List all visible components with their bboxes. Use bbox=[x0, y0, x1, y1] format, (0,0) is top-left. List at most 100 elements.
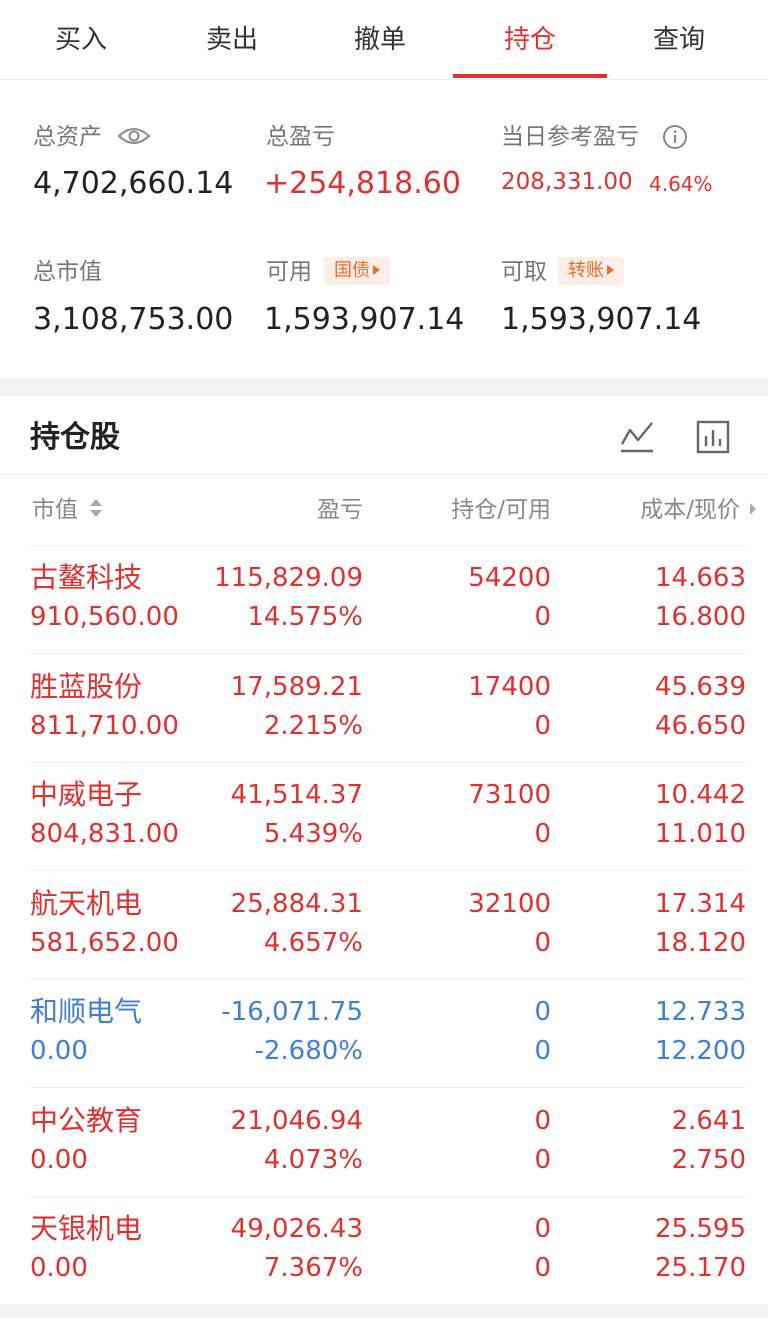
cost-price: 2.641 bbox=[671, 1105, 746, 1136]
treasury-bond-label: 国债 bbox=[334, 260, 370, 281]
market-value: 811,710.00 bbox=[30, 710, 179, 741]
available-qty: 0 bbox=[534, 710, 551, 741]
available-qty: 0 bbox=[534, 927, 551, 958]
market-value: 0.00 bbox=[30, 1253, 88, 1283]
withdrawable-label: 可取 bbox=[501, 259, 547, 285]
tab-bar: 买入 卖出 撤单 持仓 查询 bbox=[0, 0, 768, 80]
stock-name: 古鳌科技 bbox=[30, 561, 143, 594]
stock-name: 中公教育 bbox=[30, 1103, 143, 1137]
position-qty: 0 bbox=[534, 1105, 551, 1136]
holding-row[interactable]: 中威电子 804,831.00 41,514.37 5.439% 73100 0 10.44… bbox=[0, 763, 768, 871]
available-qty: 0 bbox=[534, 1036, 551, 1066]
current-price: 11.010 bbox=[655, 819, 746, 849]
column-header-pnl: 盈亏 bbox=[317, 497, 363, 523]
total-assets-label: 总资产 bbox=[33, 124, 102, 150]
current-price: 16.800 bbox=[655, 602, 746, 632]
market-value: 0.00 bbox=[30, 1144, 88, 1175]
daily-pnl-value: 208,331.00 bbox=[501, 169, 633, 195]
total-pnl-value: +254,818.60 bbox=[264, 166, 461, 201]
pnl-amount: 41,514.37 bbox=[230, 780, 363, 810]
account-summary: 总资产 4,702,660.14 总盈亏 +254,818.60 当日参考盈亏 … bbox=[0, 80, 768, 378]
pnl-amount: 25,884.31 bbox=[230, 888, 363, 919]
tab-positions[interactable]: 持仓 bbox=[455, 22, 605, 58]
daily-pnl-percent: 4.64% bbox=[649, 172, 713, 196]
stock-name: 天银机电 bbox=[30, 1212, 143, 1245]
holding-row[interactable]: 中公教育 0.00 21,046.94 4.073% 0 0 2.641 2.750 bbox=[0, 1089, 768, 1197]
daily-pnl-label: 当日参考盈亏 bbox=[501, 124, 639, 150]
row-divider bbox=[30, 1304, 746, 1305]
tab-buy[interactable]: 买入 bbox=[6, 22, 156, 58]
active-tab-indicator bbox=[453, 74, 607, 78]
holding-row[interactable]: 古鳌科技 910,560.00 115,829.09 14.575% 54200 0 14.… bbox=[0, 546, 768, 654]
cost-price: 25.595 bbox=[655, 1214, 746, 1244]
current-price: 25.170 bbox=[655, 1253, 746, 1283]
current-price: 18.120 bbox=[655, 927, 746, 958]
current-price: 46.650 bbox=[655, 710, 746, 741]
column-header-market-value-label: 市值 bbox=[32, 497, 78, 523]
cost-price: 12.733 bbox=[655, 997, 746, 1027]
market-value: 581,652.00 bbox=[30, 927, 179, 958]
info-icon[interactable] bbox=[662, 124, 688, 150]
total-pnl-label: 总盈亏 bbox=[266, 124, 335, 150]
market-value-label: 总市值 bbox=[33, 259, 102, 285]
pnl-amount: 21,046.94 bbox=[230, 1105, 363, 1136]
market-value: 910,560.00 bbox=[30, 602, 179, 632]
position-qty: 54200 bbox=[468, 563, 551, 593]
holdings-panel: 持仓股 市值 盈亏 持仓/可用 成本/现价 古鳌科技 910,560.00 115,… bbox=[0, 396, 768, 1305]
available-qty: 0 bbox=[534, 819, 551, 849]
pnl-percent: 2.215% bbox=[263, 710, 363, 741]
transfer-label: 转账 bbox=[568, 260, 604, 281]
pnl-amount: 49,026.43 bbox=[230, 1214, 363, 1244]
cost-price: 10.442 bbox=[655, 780, 746, 810]
transfer-button[interactable]: 转账 bbox=[558, 257, 624, 285]
market-value: 804,831.00 bbox=[30, 819, 179, 849]
position-qty: 0 bbox=[534, 997, 551, 1027]
line-chart-icon[interactable] bbox=[619, 420, 655, 454]
column-header-market-value[interactable]: 市值 bbox=[32, 494, 103, 526]
available-qty: 0 bbox=[534, 1144, 551, 1175]
position-qty: 0 bbox=[534, 1214, 551, 1244]
pnl-percent: 7.367% bbox=[263, 1253, 363, 1283]
treasury-bond-button[interactable]: 国债 bbox=[324, 257, 390, 285]
stock-name: 胜蓝股份 bbox=[30, 669, 143, 703]
tab-cancel[interactable]: 撤单 bbox=[305, 22, 455, 58]
available-label: 可用 bbox=[266, 259, 312, 285]
market-value-value: 3,108,753.00 bbox=[33, 302, 234, 337]
holdings-title: 持仓股 bbox=[30, 420, 120, 455]
tab-query[interactable]: 查询 bbox=[604, 22, 754, 58]
eye-icon[interactable] bbox=[117, 125, 151, 147]
bar-chart-icon[interactable] bbox=[696, 420, 730, 454]
triangle-right-icon bbox=[373, 265, 380, 275]
available-value: 1,593,907.14 bbox=[264, 302, 465, 337]
holding-row[interactable]: 和顺电气 0.00 -16,071.75 -2.680% 0 0 12.733 12.200 bbox=[0, 980, 768, 1088]
cost-price: 17.314 bbox=[655, 888, 746, 919]
pnl-percent: -2.680% bbox=[254, 1036, 363, 1066]
current-price: 2.750 bbox=[671, 1144, 746, 1175]
column-header-position: 持仓/可用 bbox=[451, 497, 551, 523]
holding-row[interactable]: 航天机电 581,652.00 25,884.31 4.657% 32100 0 17.31… bbox=[0, 872, 768, 980]
column-header-cost-price-label: 成本/现价 bbox=[640, 497, 740, 523]
pnl-percent: 5.439% bbox=[263, 819, 363, 849]
triangle-right-icon bbox=[607, 265, 614, 275]
withdrawable-value: 1,593,907.14 bbox=[501, 302, 702, 337]
pnl-percent: 14.575% bbox=[247, 602, 363, 632]
cost-price: 45.639 bbox=[655, 671, 746, 702]
pnl-percent: 4.073% bbox=[263, 1144, 363, 1175]
sort-icon bbox=[90, 499, 103, 517]
stock-name: 航天机电 bbox=[30, 886, 143, 920]
holding-row[interactable]: 天银机电 0.00 49,026.43 7.367% 0 0 25.595 25.170 bbox=[0, 1197, 768, 1305]
pnl-amount: 115,829.09 bbox=[214, 563, 363, 593]
column-header-cost-price[interactable]: 成本/现价 bbox=[640, 494, 740, 526]
available-qty: 0 bbox=[534, 602, 551, 632]
available-qty: 0 bbox=[534, 1253, 551, 1283]
market-value: 0.00 bbox=[30, 1036, 88, 1066]
pnl-amount: 17,589.21 bbox=[230, 671, 363, 702]
stock-name: 中威电子 bbox=[30, 778, 143, 811]
holding-row[interactable]: 胜蓝股份 811,710.00 17,589.21 2.215% 17400 0 45.63… bbox=[0, 655, 768, 763]
pnl-percent: 4.657% bbox=[263, 927, 363, 958]
triangle-right-icon bbox=[750, 503, 756, 515]
pnl-amount: -16,071.75 bbox=[221, 997, 363, 1027]
current-price: 12.200 bbox=[655, 1036, 746, 1066]
tab-sell[interactable]: 卖出 bbox=[157, 22, 307, 58]
position-qty: 32100 bbox=[468, 888, 551, 919]
